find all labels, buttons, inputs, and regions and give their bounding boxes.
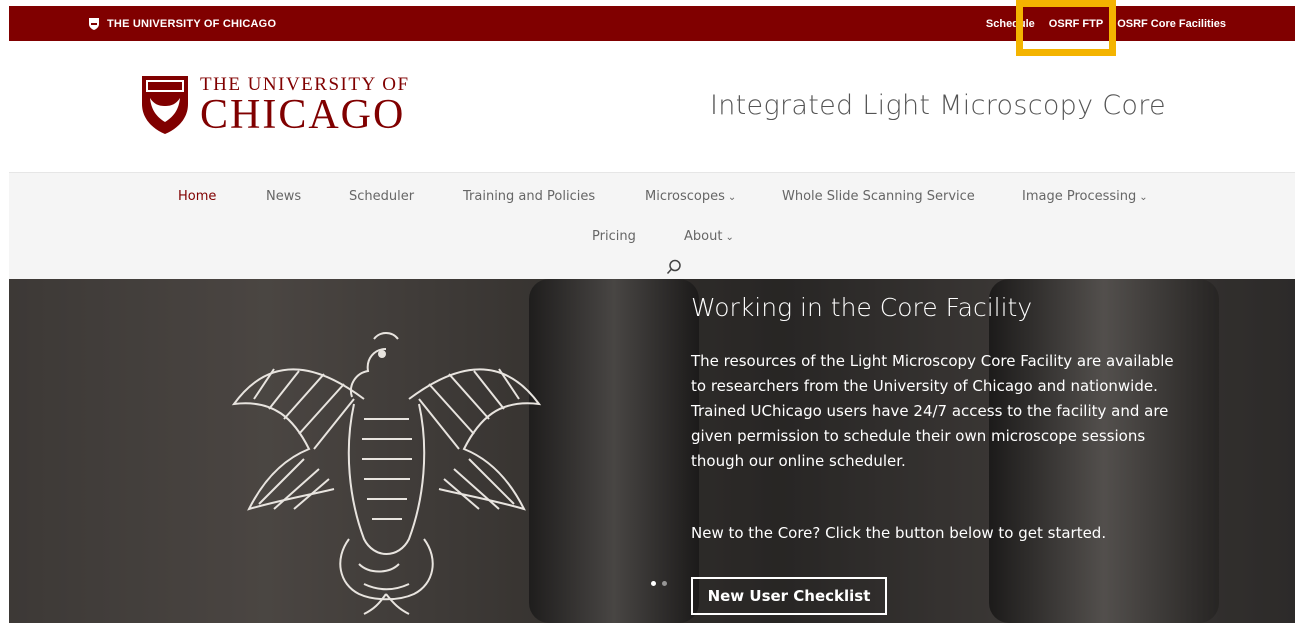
site-title: Integrated Light Microscopy Core — [710, 90, 1166, 121]
phoenix-icon — [231, 332, 542, 615]
nav-pricing[interactable]: Pricing — [592, 229, 636, 244]
hero-slider: Working in the Core Facility The resourc… — [9, 279, 1295, 623]
nav-whole-slide-scanning[interactable]: Whole Slide Scanning Service — [782, 189, 975, 204]
nav-image-processing-label: Image Processing — [1022, 189, 1137, 204]
nav-training-and-policies[interactable]: Training and Policies — [463, 189, 595, 204]
nav-image-processing[interactable]: Image Processing ⌄ — [1022, 189, 1148, 204]
nav-about[interactable]: About ⌄ — [684, 229, 734, 244]
nav-news[interactable]: News — [266, 189, 301, 204]
university-brand-link[interactable]: THE UNIVERSITY OF CHICAGO — [89, 6, 276, 41]
chevron-down-icon: ⌄ — [725, 232, 734, 243]
chevron-down-icon: ⌄ — [727, 192, 737, 203]
nav-microscopes[interactable]: Microscopes ⌄ — [645, 189, 736, 204]
university-shield-icon — [142, 76, 188, 134]
slider-dot[interactable] — [662, 581, 667, 586]
search-icon[interactable] — [666, 259, 682, 275]
hero-cta-text: New to the Core? Click the button below … — [691, 524, 1107, 542]
nav-about-label: About — [684, 229, 723, 244]
university-brand-text: THE UNIVERSITY OF CHICAGO — [107, 17, 277, 30]
schedule-link[interactable]: Schedule — [979, 18, 1042, 30]
university-top-bar: THE UNIVERSITY OF CHICAGO Schedule OSRF … — [9, 6, 1295, 41]
new-user-checklist-button[interactable]: New User Checklist — [691, 577, 887, 615]
logo-line-1: THE UNIVERSITY OF — [200, 73, 410, 95]
shield-icon — [89, 17, 99, 30]
osrf-ftp-link[interactable]: OSRF FTP — [1042, 18, 1110, 30]
hero-title: Working in the Core Facility — [691, 293, 1033, 322]
nav-home[interactable]: Home — [178, 189, 216, 204]
nav-scheduler[interactable]: Scheduler — [349, 189, 414, 204]
university-logo[interactable]: THE UNIVERSITY OF CHICAGO — [140, 74, 410, 136]
nav-microscopes-label: Microscopes — [645, 189, 725, 204]
osrf-core-facilities-link[interactable]: OSRF Core Facilities — [1110, 18, 1233, 30]
logo-line-2: CHICAGO — [200, 91, 406, 138]
hero-body-text: The resources of the Light Microscopy Co… — [691, 352, 1174, 470]
slider-dots — [651, 581, 667, 586]
slider-dot[interactable] — [651, 581, 656, 586]
chevron-down-icon: ⌄ — [1139, 192, 1148, 203]
